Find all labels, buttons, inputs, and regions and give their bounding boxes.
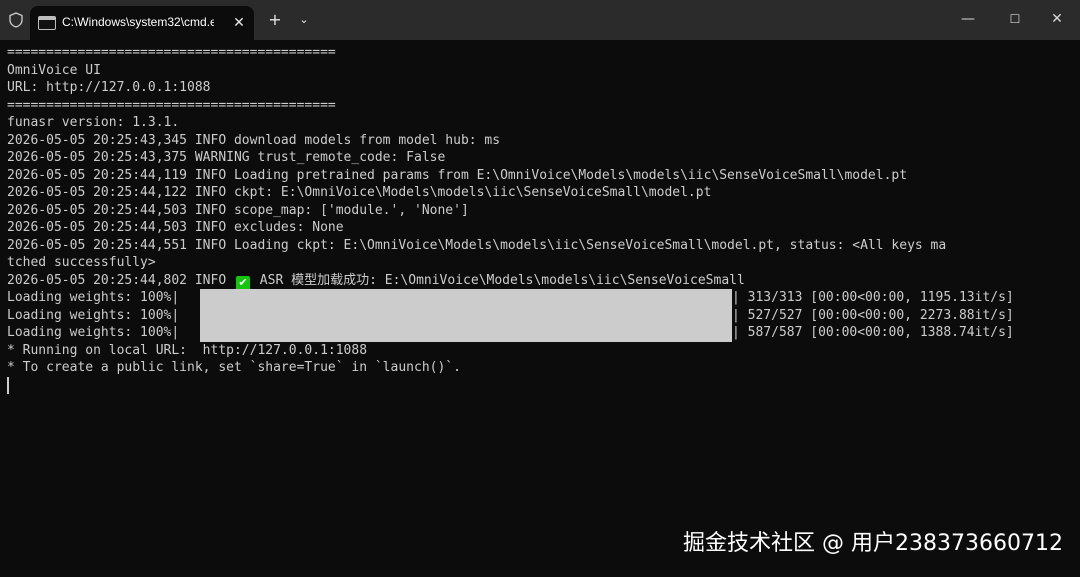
- progress-stats: | 587/587 [00:00<00:00, 1388.74it/s]: [732, 325, 1014, 340]
- output-line: 2026-05-05 20:25:44,119 INFO Loading pre…: [7, 167, 908, 183]
- text-cursor: [7, 376, 9, 394]
- output-line: funasr version: 1.3.1.: [7, 115, 180, 130]
- progress-label: Loading weights: 100%|: [7, 325, 180, 340]
- progress-label: Loading weights: 100%|: [7, 290, 180, 305]
- watermark: 掘金技术社区 @ 用户238373660712: [683, 531, 1063, 556]
- progress-bar: [200, 324, 732, 342]
- terminal-tab[interactable]: C:\Windows\system32\cmd.ex ✕: [30, 6, 254, 40]
- progress-stats: | 527/527 [00:00<00:00, 2273.88it/s]: [732, 307, 1014, 323]
- output-line: 2026-05-05 20:25:44,551 INFO Loading ckp…: [7, 237, 947, 253]
- output-line: 2026-05-05 20:25:43,345 INFO download mo…: [7, 132, 501, 148]
- close-button[interactable]: ✕: [1034, 0, 1080, 38]
- check-icon: ✔: [235, 275, 250, 289]
- tab-title: C:\Windows\system32\cmd.ex: [62, 15, 214, 29]
- output-line: ========================================…: [7, 45, 336, 60]
- output-line: ========================================…: [7, 97, 336, 113]
- title-bar: C:\Windows\system32\cmd.ex ✕ + ⌄ — ☐ ✕: [0, 0, 1080, 40]
- output-line: 2026-05-05 20:25:43,375 WARNING trust_re…: [7, 150, 446, 165]
- progress-stats: | 313/313 [00:00<00:00, 1195.13it/s]: [732, 290, 1014, 305]
- asr-success-line: 2026-05-05 20:25:44,802 INFO ✔ ASR 模型加载成…: [7, 272, 1073, 289]
- tab-close-icon[interactable]: ✕: [228, 12, 250, 34]
- terminal-icon: [38, 16, 56, 30]
- terminal-output[interactable]: ========================================…: [7, 44, 1073, 564]
- asr-line-suffix: ASR 模型加载成功: E:\OmniVoice\Models\models\i…: [251, 272, 745, 288]
- output-line: OmniVoice UI: [7, 62, 101, 78]
- maximize-button[interactable]: ☐: [992, 0, 1038, 38]
- progress-label: Loading weights: 100%|: [7, 307, 180, 323]
- shield-icon: [9, 12, 23, 28]
- output-line: tched successfully>: [7, 255, 156, 270]
- minimize-button[interactable]: —: [945, 0, 991, 38]
- output-line: URL: http://127.0.0.1:1088: [7, 80, 211, 95]
- progress-line: Loading weights: 100%| | 527/527 [00:00<…: [7, 306, 1073, 324]
- output-line: 2026-05-05 20:25:44,503 INFO scope_map: …: [7, 202, 469, 218]
- progress-line: Loading weights: 100%| | 587/587 [00:00<…: [7, 324, 1073, 342]
- output-line: * Running on local URL: http://127.0.0.1…: [7, 342, 368, 358]
- output-line: * To create a public link, set `share=Tr…: [7, 360, 461, 375]
- output-line: 2026-05-05 20:25:44,503 INFO excludes: N…: [7, 220, 344, 235]
- chevron-down-icon[interactable]: ⌄: [293, 9, 315, 31]
- progress-bar: [200, 306, 732, 324]
- new-tab-icon[interactable]: +: [264, 9, 286, 31]
- progress-line: Loading weights: 100%| | 313/313 [00:00<…: [7, 289, 1073, 307]
- output-line: 2026-05-05 20:25:44,122 INFO ckpt: E:\Om…: [7, 185, 712, 200]
- progress-bar: [200, 289, 732, 307]
- asr-line-prefix: 2026-05-05 20:25:44,802 INFO: [7, 272, 234, 288]
